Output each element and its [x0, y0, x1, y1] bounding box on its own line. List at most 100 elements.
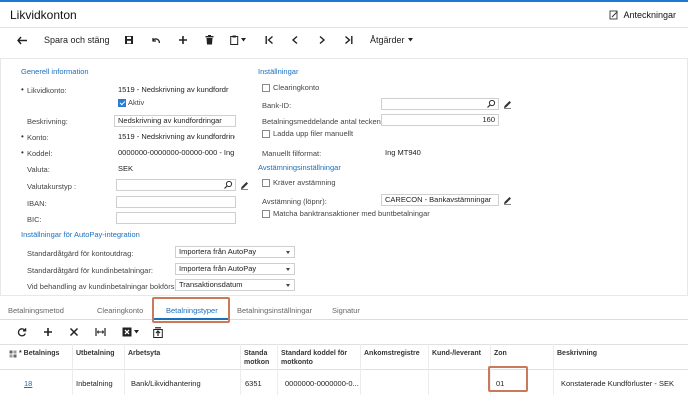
save-button[interactable]: [123, 34, 135, 46]
refresh-icon: [17, 328, 27, 337]
chevron-down-icon: [286, 268, 290, 271]
clearing-checkbox[interactable]: [262, 84, 270, 92]
column-header[interactable]: Ankomstregistre: [364, 349, 426, 358]
column-header[interactable]: * Betalnings: [19, 349, 63, 358]
back-arrow-icon: [16, 36, 27, 44]
autopay-section-title: Inställningar för AutoPay-integration: [21, 230, 140, 239]
bic-field[interactable]: [116, 212, 236, 224]
upload-file-button[interactable]: [153, 326, 163, 338]
refresh-button[interactable]: [17, 326, 27, 338]
iban-field[interactable]: [116, 196, 236, 208]
column-header[interactable]: Zon: [494, 349, 534, 358]
withdraw-action-select[interactable]: Importera från AutoPay: [175, 246, 295, 258]
export-button[interactable]: [122, 326, 139, 338]
back-button[interactable]: [16, 34, 28, 46]
subaccount-field[interactable]: 0000000-0000000-00000-000 - Ing: [114, 147, 236, 159]
excel-icon: [122, 327, 132, 337]
table-row[interactable]: 18 Inbetalning Bank/Likvidhantering 6351…: [0, 372, 688, 392]
numbering-label: Avstämning (löpnr):: [262, 197, 327, 206]
description-cell[interactable]: Konstaterade Kundförluster - SEK: [561, 379, 674, 388]
cash-account-field[interactable]: 1519 - Nedskrivning av kundfordr: [114, 84, 236, 96]
clearing-label: Clearingkonto: [273, 83, 320, 92]
column-header[interactable]: Beskrivning: [557, 349, 637, 358]
copy-paste-button[interactable]: [230, 34, 246, 46]
match-batch-checkbox[interactable]: [262, 210, 270, 218]
required-marker: •: [21, 132, 24, 141]
notes-label: Anteckningar: [623, 10, 676, 20]
save-icon: [125, 36, 133, 44]
required-marker: •: [21, 148, 24, 157]
first-record-button[interactable]: [263, 34, 275, 46]
requires-reconciliation-checkbox[interactable]: [262, 179, 270, 187]
page-header: Likvidkonton Anteckningar: [0, 2, 688, 28]
undo-button[interactable]: [150, 34, 162, 46]
account-label: Konto:: [27, 133, 49, 142]
active-checkbox[interactable]: [118, 99, 126, 107]
numbering-field[interactable]: CARECON - Bankavstämningar: [381, 194, 499, 206]
workspace-cell[interactable]: Bank/Likvidhantering: [131, 379, 201, 388]
last-record-button[interactable]: [342, 34, 354, 46]
edit-icon[interactable]: [240, 181, 249, 190]
default-account-cell[interactable]: 6351: [245, 379, 262, 388]
column-header[interactable]: Kund-/leverant: [432, 349, 490, 358]
bank-id-field[interactable]: [381, 98, 499, 110]
manual-format-label: Manuellt filformat:: [262, 149, 322, 158]
column-header[interactable]: Utbetalning: [76, 349, 120, 358]
zone-highlight-box: [488, 366, 528, 392]
customer-action-select[interactable]: Importera från AutoPay: [175, 263, 295, 275]
search-icon[interactable]: [223, 180, 233, 190]
next-record-button[interactable]: [316, 34, 328, 46]
chevron-down-icon: [286, 251, 290, 254]
manual-format-field[interactable]: Ing MT940: [381, 147, 499, 159]
page-title: Likvidkonton: [10, 8, 77, 22]
column-header[interactable]: Standa motkon: [244, 349, 272, 367]
edit-icon[interactable]: [503, 100, 512, 109]
booking-label: Vid behandling av kundinbetalningar bokf…: [27, 282, 181, 291]
tab-clearing-account[interactable]: Clearingkonto: [97, 306, 143, 315]
currency-field[interactable]: SEK: [114, 163, 174, 175]
fit-columns-button[interactable]: [95, 326, 106, 338]
bank-id-label: Bank-ID:: [262, 101, 292, 110]
fit-columns-icon: [95, 328, 106, 336]
description-field[interactable]: Nedskrivning av kundfordringar: [114, 115, 236, 127]
bic-label: BIC:: [27, 215, 42, 224]
search-icon[interactable]: [486, 99, 496, 109]
actions-menu-button[interactable]: Åtgärder: [370, 34, 413, 46]
payout-cell[interactable]: Inbetalning: [76, 379, 113, 388]
actions-label: Åtgärder: [370, 35, 405, 45]
column-header[interactable]: Standard koddel för motkonto: [281, 349, 359, 367]
add-button[interactable]: [177, 34, 189, 46]
summary-form: Generell information • Likvidkonto: 1519…: [0, 58, 688, 296]
delete-button[interactable]: [203, 34, 215, 46]
tab-signature[interactable]: Signatur: [332, 306, 360, 315]
booking-select[interactable]: Transaktionsdatum: [175, 279, 295, 291]
active-label: Aktiv: [128, 98, 145, 107]
upload-icon: [153, 326, 163, 338]
rate-type-label: Valutakurstyp :: [27, 182, 77, 191]
payment-type-cell[interactable]: 18: [24, 379, 32, 388]
save-close-button[interactable]: Spara och stäng: [44, 34, 110, 46]
payment-msg-field[interactable]: 160: [381, 114, 499, 126]
rate-type-field[interactable]: [116, 179, 236, 191]
tab-payment-method[interactable]: Betalningsmetod: [8, 306, 64, 315]
subaccount-label: Koddel:: [27, 149, 53, 158]
customer-action-label: Standardåtgärd för kundinbetalningar:: [27, 266, 153, 275]
default-subaccount-cell[interactable]: 0000000-0000000-0...: [285, 379, 359, 388]
previous-record-button[interactable]: [289, 34, 301, 46]
upload-checkbox[interactable]: [262, 130, 270, 138]
undo-icon: [152, 37, 161, 43]
save-close-label: Spara och stäng: [44, 35, 110, 45]
iban-label: IBAN:: [27, 199, 47, 208]
row-selector-icon[interactable]: [9, 350, 17, 358]
column-header[interactable]: Arbetsyta: [128, 349, 208, 358]
plus-icon: [179, 36, 187, 44]
delete-row-button[interactable]: [69, 326, 79, 338]
add-row-button[interactable]: [43, 326, 53, 338]
tab-payment-settings[interactable]: Betalningsinställningar: [237, 306, 312, 315]
edit-icon[interactable]: [503, 196, 512, 205]
grid-header: * Betalnings Utbetalning Arbetsyta Stand…: [0, 344, 688, 370]
chevron-down-icon: [286, 284, 290, 287]
notes-button[interactable]: Anteckningar: [609, 10, 676, 20]
account-field[interactable]: 1519 - Nedskrivning av kundfordring: [114, 131, 236, 143]
notes-icon: [610, 10, 619, 20]
